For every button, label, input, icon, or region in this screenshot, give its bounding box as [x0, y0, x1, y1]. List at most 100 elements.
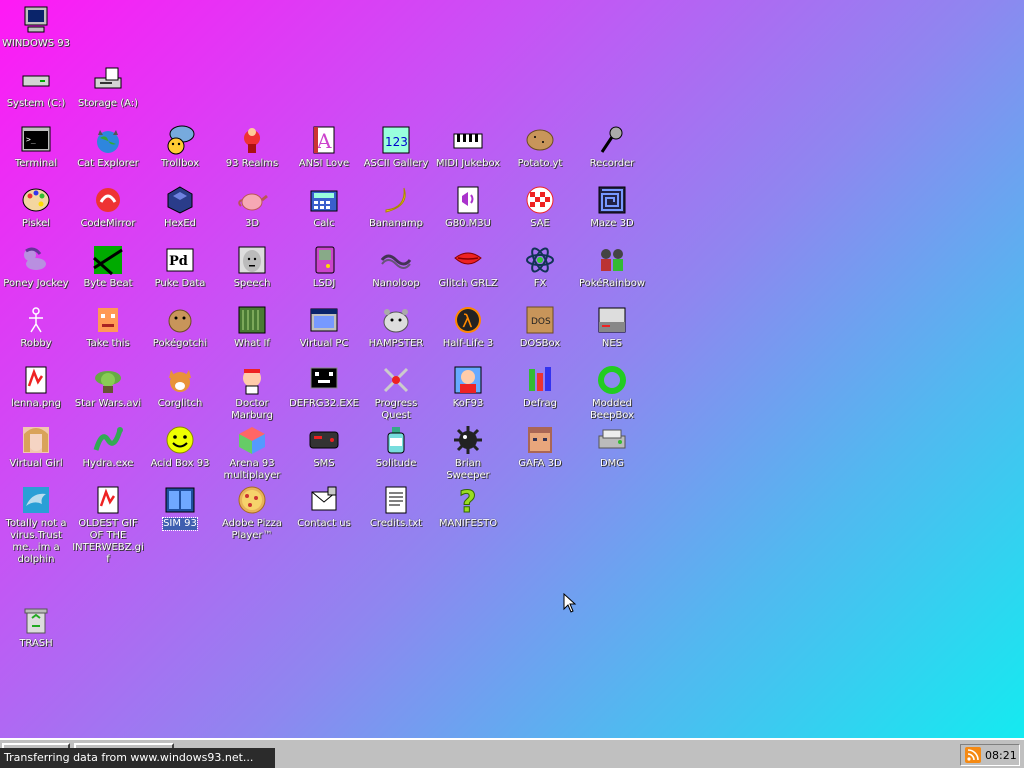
globe-cat-icon	[92, 124, 124, 156]
desktop-icon-hampster[interactable]: HAMPSTER	[360, 304, 432, 350]
text-file-icon	[380, 484, 412, 516]
desktop-icon-gafa-3d[interactable]: GAFA 3D	[504, 424, 576, 470]
desktop-icon-label: SIM 93	[162, 517, 198, 531]
swords-icon	[380, 364, 412, 396]
desktop-icon-codemirror[interactable]: CodeMirror	[72, 184, 144, 230]
desktop-icon-poney-jockey[interactable]: Poney Jockey	[0, 244, 72, 290]
desktop-icon-dmg[interactable]: DMG	[576, 424, 648, 470]
desktop-icon-maze3d[interactable]: Maze 3D	[576, 184, 648, 230]
checkered-ball-icon	[524, 184, 556, 216]
desktop-icon-defrag[interactable]: Defrag	[504, 364, 576, 410]
svg-text:>_: >_	[26, 135, 36, 144]
desktop-icon-pokerainbow[interactable]: PokéRainbow	[576, 244, 648, 290]
desktop-icon-label: Nanoloop	[372, 278, 420, 289]
desktop-icon-label: FX	[533, 278, 547, 289]
yoda-icon	[92, 364, 124, 396]
desktop-icon-g80m3u[interactable]: G80.M3U	[432, 184, 504, 230]
desktop-icon-hydra[interactable]: Hydra.exe	[72, 424, 144, 470]
pokegotchi-icon	[164, 304, 196, 336]
desktop-icon-fx[interactable]: FX	[504, 244, 576, 290]
desktop-icon-label: DMG	[599, 458, 625, 469]
playlist-icon	[452, 184, 484, 216]
desktop-icon-arena-93[interactable]: Arena 93 multiplayer	[216, 424, 288, 482]
recycle-bin-icon	[20, 604, 52, 636]
rss-icon[interactable]	[965, 747, 981, 763]
desktop-icon-potato[interactable]: Potato.yt	[504, 124, 576, 170]
desktop-icon-contact-us[interactable]: Contact us	[288, 484, 360, 530]
corgi-icon	[164, 364, 196, 396]
desktop-icon-puke-data[interactable]: Pd Puke Data	[144, 244, 216, 290]
desktop-icon-kof93[interactable]: KoF93	[432, 364, 504, 410]
desktop-icon-defrag32[interactable]: DEFRG32.EXE	[288, 364, 360, 410]
desktop-icon-label: What If	[234, 338, 270, 349]
desktop-icon-label: Trollbox	[160, 158, 200, 169]
computer-icon	[20, 4, 52, 36]
desktop-icon-label: NES	[601, 338, 623, 349]
desktop-icon-what-if[interactable]: What If	[216, 304, 288, 350]
desktop-icon-nes[interactable]: NES	[576, 304, 648, 350]
desktop-icon-trash[interactable]: TRASH	[0, 604, 72, 650]
teapot-icon	[236, 184, 268, 216]
desktop[interactable]: WINDOWS 93 System (C:) Storage (A:) >_ Termi…	[0, 0, 1024, 738]
desktop-icon-windows93[interactable]: WINDOWS 93	[0, 4, 72, 50]
desktop-icon-system-c[interactable]: System (C:)	[0, 64, 72, 110]
desktop-icon-93-realms[interactable]: 93 Realms	[216, 124, 288, 170]
desktop-icon-virtual-pc[interactable]: Virtual PC	[288, 304, 360, 350]
desktop-icon-label: Modded BeepBox	[589, 398, 635, 421]
desktop-icon-label: Contact us	[297, 518, 351, 529]
desktop-icon-sim93[interactable]: SIM 93	[144, 484, 216, 531]
desktop-icon-pokegotchi[interactable]: Pokégotchi	[144, 304, 216, 350]
desktop-icon-label: Virtual PC	[299, 338, 349, 349]
dolphin-icon	[20, 484, 52, 516]
desktop-icon-lsdj[interactable]: LSDJ	[288, 244, 360, 290]
desktop-icon-byte-beat[interactable]: Byte Beat	[72, 244, 144, 290]
desktop-icon-nanoloop[interactable]: Nanoloop	[360, 244, 432, 290]
desktop-icon-star-wars[interactable]: Star Wars.avi	[72, 364, 144, 410]
desktop-icon-ansi-love[interactable]: A ANSI Love	[288, 124, 360, 170]
desktop-icon-piskel[interactable]: Piskel	[0, 184, 72, 230]
ring-icon	[596, 364, 628, 396]
pony-icon	[20, 244, 52, 276]
desktop-icon-sms[interactable]: SMS	[288, 424, 360, 470]
desktop-icon-manifesto[interactable]: ? MANIFESTO	[432, 484, 504, 530]
desktop-icon-corglitch[interactable]: Corglitch	[144, 364, 216, 410]
desktop-icon-half-life-3[interactable]: λ Half-Life 3	[432, 304, 504, 350]
desktop-icon-recorder[interactable]: Recorder	[576, 124, 648, 170]
desktop-icon-lenna[interactable]: lenna.png	[0, 364, 72, 410]
desktop-icon-dosbox[interactable]: DOS DOSBox	[504, 304, 576, 350]
portrait-icon	[20, 424, 52, 456]
desktop-icon-credits[interactable]: Credits.txt	[360, 484, 432, 530]
desktop-icon-label: 93 Realms	[225, 158, 279, 169]
desktop-icon-modded-beepbox[interactable]: Modded BeepBox	[576, 364, 648, 422]
desktop-icon-storage-a[interactable]: Storage (A:)	[72, 64, 144, 110]
desktop-icon-terminal[interactable]: >_ Terminal	[0, 124, 72, 170]
desktop-icon-label: Doctor Marburg	[231, 398, 273, 421]
desktop-icon-doctor-marburg[interactable]: Doctor Marburg	[216, 364, 288, 422]
desktop-icon-trollbox[interactable]: Trollbox	[144, 124, 216, 170]
desktop-icon-calc[interactable]: Calc	[288, 184, 360, 230]
desktop-icon-3d[interactable]: 3D	[216, 184, 288, 230]
desktop-icon-ascii-gallery[interactable]: 123 ASCII Gallery	[360, 124, 432, 170]
hexagon-icon	[164, 184, 196, 216]
desktop-icon-progress-quest[interactable]: Progress Quest	[360, 364, 432, 422]
desktop-icon-dolphin[interactable]: Totally not a virus.Trust me...im a dolp…	[0, 484, 72, 566]
desktop-icon-sae[interactable]: SAE	[504, 184, 576, 230]
desktop-icon-oldest-gif[interactable]: OLDEST GIF OF THE INTERWEBZ.gif	[72, 484, 144, 566]
desktop-icon-glitch-grlz[interactable]: Glitch GRLZ	[432, 244, 504, 290]
desktop-icon-pizza-player[interactable]: Adobe Pizza Player™	[216, 484, 288, 542]
desktop-icon-hexed[interactable]: HexEd	[144, 184, 216, 230]
desktop-icon-robby[interactable]: Robby	[0, 304, 72, 350]
desktop-icon-virtual-girl[interactable]: Virtual Girl	[0, 424, 72, 470]
desktop-icon-acid-box-93[interactable]: Acid Box 93	[144, 424, 216, 470]
desktop-icon-speech[interactable]: Speech	[216, 244, 288, 290]
cube-icon	[236, 424, 268, 456]
desktop-icon-brian-sweeper[interactable]: Brian Sweeper	[432, 424, 504, 482]
desktop-icon-take-this[interactable]: Take this	[72, 304, 144, 350]
desktop-icon-label: HAMPSTER	[368, 338, 424, 349]
desktop-icon-cat-explorer[interactable]: Cat Explorer	[72, 124, 144, 170]
desktop-icon-label: System (C:)	[6, 98, 66, 109]
desktop-icon-bananamp[interactable]: Bananamp	[360, 184, 432, 230]
desktop-icon-midi-jukebox[interactable]: MIDI Jukebox	[432, 124, 504, 170]
desktop-icon-solitude[interactable]: Solitude	[360, 424, 432, 470]
maze-icon	[596, 184, 628, 216]
